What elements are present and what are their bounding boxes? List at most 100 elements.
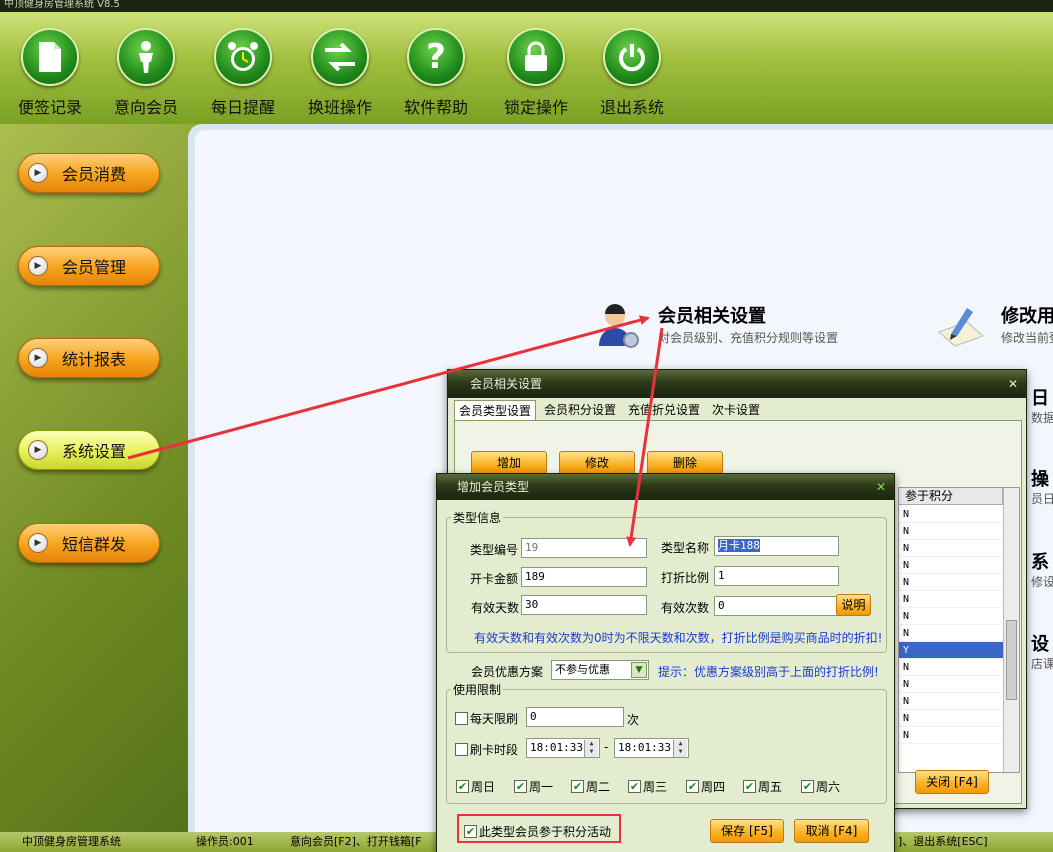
time-end-input[interactable]: 18:01:33 ▲ ▼ xyxy=(614,738,689,758)
weekday-tue-checkbox[interactable]: ✔ 周二 xyxy=(571,778,610,795)
weekday-sat-checkbox[interactable]: ✔ 周六 xyxy=(801,778,840,795)
main-toolbar: 便签记录 意向会员 每日提醒 换班操作 ? 软件帮助 锁定操作 退出系统 xyxy=(0,12,1053,124)
table-row[interactable]: N xyxy=(899,608,1003,625)
chevron-down-icon: ▼ xyxy=(631,662,647,678)
toolbar-lock-button[interactable]: 锁定操作 xyxy=(494,28,578,118)
check-icon: ✔ xyxy=(571,780,584,793)
weekday-thu-checkbox[interactable]: ✔ 周四 xyxy=(686,778,725,795)
note-icon xyxy=(21,28,79,86)
edit-button[interactable]: 修改 xyxy=(559,451,635,475)
valid-count-input[interactable]: 0 xyxy=(714,596,839,616)
daily-limit-input[interactable]: 0 xyxy=(526,707,624,727)
close-icon[interactable]: ✕ xyxy=(876,474,886,500)
power-icon xyxy=(603,28,661,86)
check-icon: ✔ xyxy=(801,780,814,793)
hint-priority: 提示：优惠方案级别高于上面的打折比例! xyxy=(658,665,879,679)
points-activity-checkbox[interactable]: ✔ 此类型会员参于积分活动 xyxy=(464,823,611,840)
open-amount-input[interactable]: 189 xyxy=(521,567,647,587)
table-row[interactable]: N xyxy=(899,727,1003,744)
grid-scrollbar[interactable] xyxy=(1003,488,1019,772)
toolbar-exit-button[interactable]: 退出系统 xyxy=(590,28,674,118)
status-shortcuts-end: ]、退出系统[ESC] xyxy=(898,835,988,848)
check-icon: ✔ xyxy=(743,780,756,793)
spin-icon[interactable]: ▲ ▼ xyxy=(584,740,598,757)
play-icon: ▶ xyxy=(28,256,48,276)
toolbar-prospect-button[interactable]: 意向会员 xyxy=(104,28,188,118)
weekday-sun-checkbox[interactable]: ✔ 周日 xyxy=(456,778,495,795)
tab-member-points[interactable]: 会员积分设置 xyxy=(540,400,620,420)
weekday-mon-checkbox[interactable]: ✔ 周一 xyxy=(514,778,553,795)
help-icon: ? xyxy=(407,28,465,86)
table-row[interactable]: N xyxy=(899,676,1003,693)
swap-arrows-icon xyxy=(311,28,369,86)
toolbar-shift-button[interactable]: 换班操作 xyxy=(298,28,382,118)
play-icon: ▶ xyxy=(28,348,48,368)
status-app-name: 中顶健身房管理系统 xyxy=(22,835,121,848)
save-button[interactable]: 保存 [F5] xyxy=(710,819,784,843)
table-row[interactable]: N xyxy=(899,625,1003,642)
table-row[interactable]: N xyxy=(899,506,1003,523)
member-type-grid: 参于积分 NNNNNNNNYNNNNN xyxy=(898,487,1020,773)
sidebar-item-system-settings[interactable]: ▶ 系统设置 xyxy=(18,430,160,470)
table-row[interactable]: N xyxy=(899,574,1003,591)
status-operator: 操作员:001 xyxy=(196,835,254,848)
type-name-input[interactable]: 月卡188 xyxy=(714,536,839,556)
member-settings-dialog-titlebar: 会员相关设置 ✕ xyxy=(448,370,1026,398)
play-icon: ▶ xyxy=(28,440,48,460)
time-range-checkbox[interactable]: 刷卡时段 xyxy=(455,741,518,758)
sidebar-item-member-manage[interactable]: ▶ 会员管理 xyxy=(18,246,160,286)
type-no-input[interactable]: 19 xyxy=(521,538,647,558)
window-title: 中顶健身房管理系统 V8.5 xyxy=(4,0,120,10)
lock-icon xyxy=(507,28,565,86)
check-icon: ✔ xyxy=(456,780,469,793)
discount-plan-select[interactable]: 不参与优惠 ▼ xyxy=(551,660,649,680)
tab-recharge-discount[interactable]: 充值折兑设置 xyxy=(624,400,704,420)
check-icon: ✔ xyxy=(514,780,527,793)
weekday-fri-checkbox[interactable]: ✔ 周五 xyxy=(743,778,782,795)
close-settings-button[interactable]: 关闭 [F4] xyxy=(915,770,989,794)
explain-button[interactable]: 说明 xyxy=(836,594,871,616)
table-row[interactable]: Y xyxy=(899,642,1003,659)
add-member-type-dialog: 增加会员类型 ✕ 类型信息 类型编号 19 类型名称 月卡188 开卡金额 18… xyxy=(436,473,895,852)
sidebar-item-reports[interactable]: ▶ 统计报表 xyxy=(18,338,160,378)
close-icon[interactable]: ✕ xyxy=(1008,370,1018,398)
time-start-input[interactable]: 18:01:33 ▲ ▼ xyxy=(526,738,600,758)
table-row[interactable]: N xyxy=(899,659,1003,676)
toolbar-notes-button[interactable]: 便签记录 xyxy=(8,28,92,118)
table-row[interactable]: N xyxy=(899,710,1003,727)
play-icon: ▶ xyxy=(28,163,48,183)
table-row[interactable]: N xyxy=(899,540,1003,557)
table-row[interactable]: N xyxy=(899,591,1003,608)
scroll-thumb[interactable] xyxy=(1006,620,1017,700)
table-row[interactable]: N xyxy=(899,557,1003,574)
spin-icon[interactable]: ▲ ▼ xyxy=(673,740,687,757)
check-icon: ✔ xyxy=(464,825,477,838)
discount-input[interactable]: 1 xyxy=(714,566,839,586)
add-button[interactable]: 增加 xyxy=(471,451,547,475)
check-icon: ✔ xyxy=(686,780,699,793)
table-row[interactable]: N xyxy=(899,693,1003,710)
alarm-clock-icon xyxy=(214,28,272,86)
edit-pen-icon xyxy=(938,308,984,347)
sidebar: ▶ 会员消费 ▶ 会员管理 ▶ 统计报表 ▶ 系统设置 ▶ 短信群发 xyxy=(0,124,188,832)
person-icon xyxy=(117,28,175,86)
play-icon: ▶ xyxy=(28,533,48,553)
tab-member-type[interactable]: 会员类型设置 xyxy=(454,400,537,420)
window-titlebar: 中顶健身房管理系统 V8.5 xyxy=(0,0,1053,12)
valid-days-input[interactable]: 30 xyxy=(521,595,647,615)
member-settings-icon xyxy=(599,304,639,348)
grid-header: 参于积分 xyxy=(899,488,1003,505)
check-icon: ✔ xyxy=(628,780,641,793)
cancel-button[interactable]: 取消 [F4] xyxy=(794,819,869,843)
table-row[interactable]: N xyxy=(899,523,1003,540)
sidebar-item-sms[interactable]: ▶ 短信群发 xyxy=(18,523,160,563)
status-shortcuts: 意向会员[F2]、打开钱箱[F xyxy=(290,835,422,848)
tab-count-card[interactable]: 次卡设置 xyxy=(708,400,764,420)
toolbar-reminder-button[interactable]: 每日提醒 xyxy=(201,28,285,118)
hint-unlimited: 有效天数和有效次数为0时为不限天数和次数，打折比例是购买商品时的折扣! xyxy=(474,631,883,645)
daily-limit-checkbox[interactable]: 每天限刷 xyxy=(455,710,518,727)
sidebar-item-member-consume[interactable]: ▶ 会员消费 xyxy=(18,153,160,193)
weekday-wed-checkbox[interactable]: ✔ 周三 xyxy=(628,778,667,795)
toolbar-help-button[interactable]: ? 软件帮助 xyxy=(394,28,478,118)
delete-button[interactable]: 删除 xyxy=(647,451,723,475)
